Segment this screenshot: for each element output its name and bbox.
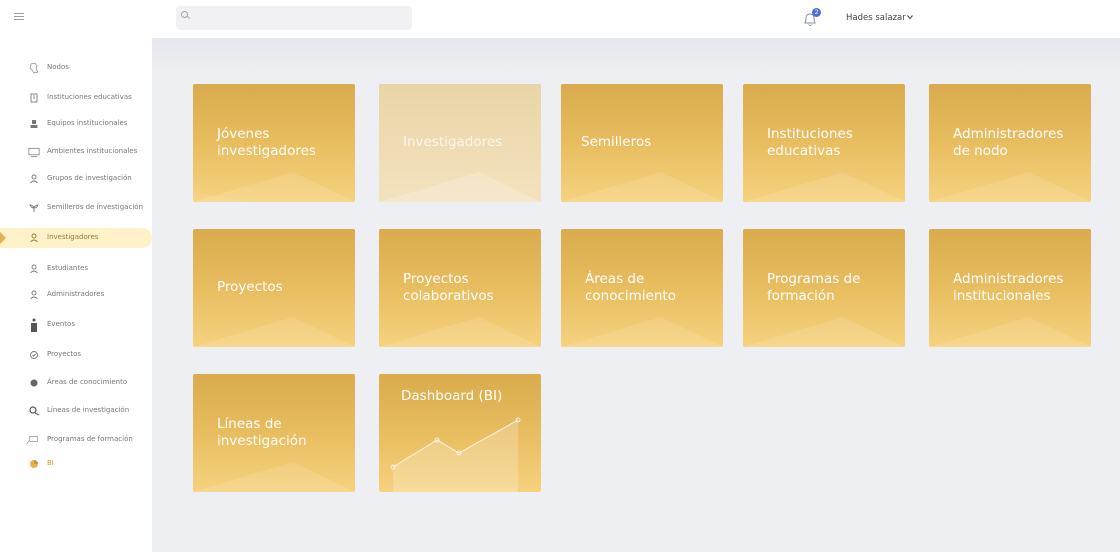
mountain-decoration xyxy=(379,317,541,347)
sidebar-item-grupos-de-investigacion[interactable]: Grupos de investigación xyxy=(0,169,152,189)
card-proyectos-colaborativos[interactable]: Proyectos colaborativos xyxy=(379,229,541,347)
sidebar-item-programas-de-formacion[interactable]: Programas de formación xyxy=(0,430,152,450)
user-icon xyxy=(28,289,40,301)
mountain-decoration xyxy=(743,172,905,202)
sidebar-item-label: Equipos institucionales xyxy=(47,119,128,127)
card-lineas-de-investigacion[interactable]: Líneas de investigación xyxy=(193,374,355,492)
user-menu[interactable]: Hades salazar xyxy=(846,13,906,23)
sidebar-item-equipos-institucionales[interactable]: Equipos institucionales xyxy=(0,114,152,134)
sidebar-item-label: Investigadores xyxy=(47,233,99,241)
dot-icon xyxy=(28,377,40,389)
card-title: Instituciones educativas xyxy=(767,126,853,159)
sidebar-item-bi[interactable]: BI xyxy=(0,454,152,474)
sidebar-item-label: Programas de formación xyxy=(47,435,133,443)
sidebar-item-eventos[interactable]: Eventos xyxy=(0,315,152,335)
sidebar-item-label: Eventos xyxy=(47,320,75,328)
sidebar-item-label: Áreas de conocimiento xyxy=(47,378,128,386)
card-title: Áreas de conocimiento xyxy=(585,271,676,304)
card-jovenes-investigadores[interactable]: Jóvenes investigadores xyxy=(193,84,355,202)
sidebar-item-administradores[interactable]: Administradores xyxy=(0,285,152,305)
card-proyectos[interactable]: Proyectos xyxy=(193,229,355,347)
card-title: Dashboard (BI) xyxy=(401,388,503,404)
sidebar-item-label: Nodos xyxy=(47,63,69,71)
user-icon xyxy=(28,232,40,244)
mountain-decoration xyxy=(929,317,1091,347)
hamburger-menu-icon[interactable] xyxy=(14,11,24,25)
sidebar-item-label: Proyectos xyxy=(47,350,82,358)
mountain-decoration xyxy=(929,172,1091,202)
chevron-down-icon[interactable] xyxy=(907,14,913,20)
sidebar-item-areas-de-conocimiento[interactable]: Áreas de conocimiento xyxy=(0,373,152,393)
card-semilleros[interactable]: Semilleros xyxy=(561,84,723,202)
card-dashboard-bi[interactable]: Dashboard (BI) xyxy=(379,374,541,492)
program-icon xyxy=(26,434,38,446)
sidebar-item-lineas-de-investigacion[interactable]: Líneas de investigación xyxy=(0,401,152,421)
sidebar-item-label: Ambientes institucionales xyxy=(47,147,138,155)
card-administradores-de-nodo[interactable]: Administradores de nodo xyxy=(929,84,1091,202)
sidebar-item-label: Semilleros de investigación xyxy=(47,203,143,211)
sidebar-item-label: BI xyxy=(47,459,54,467)
card-title: Líneas de investigación xyxy=(217,416,307,449)
search-input[interactable] xyxy=(194,8,404,28)
sidebar-item-label: Instituciones educativas xyxy=(47,93,132,101)
card-title: Programas de formación xyxy=(767,271,861,304)
mountain-decoration xyxy=(743,317,905,347)
card-title: Administradores institucionales xyxy=(953,271,1064,304)
sidebar-item-investigadores[interactable]: Investigadores xyxy=(0,228,152,248)
sidebar-item-semilleros-de-investigacion[interactable]: Semilleros de investigación xyxy=(0,198,152,218)
sprout-icon xyxy=(28,202,40,214)
sidebar-item-estudiantes[interactable]: Estudiantes xyxy=(0,259,152,279)
sidebar-item-label: Grupos de investigación xyxy=(47,174,132,182)
mountain-decoration xyxy=(561,317,723,347)
sidebar-item-label: Administradores xyxy=(47,290,105,298)
mountain-decoration xyxy=(193,462,355,492)
sidebar: Nodos Instituciones educativas Equipos i… xyxy=(0,38,152,552)
map-icon xyxy=(28,62,40,74)
card-title: Jóvenes investigadores xyxy=(217,126,316,159)
card-instituciones-educativas[interactable]: Instituciones educativas xyxy=(743,84,905,202)
user-icon xyxy=(28,263,40,275)
notification-badge: 2 xyxy=(812,8,821,17)
classroom-icon xyxy=(28,146,40,158)
card-programas-de-formacion[interactable]: Programas de formación xyxy=(743,229,905,347)
card-title: Investigadores xyxy=(403,134,503,150)
mountain-decoration xyxy=(379,172,541,202)
search-line-icon xyxy=(28,405,40,417)
chart-icon xyxy=(28,458,40,470)
card-title: Semilleros xyxy=(581,134,652,150)
building-icon xyxy=(28,92,40,104)
mountain-decoration xyxy=(193,172,355,202)
check-circle-icon xyxy=(28,349,40,361)
card-title: Proyectos xyxy=(217,279,283,295)
sidebar-item-instituciones-educativas[interactable]: Instituciones educativas xyxy=(0,88,152,108)
card-title: Administradores de nodo xyxy=(953,126,1064,159)
main-shadow xyxy=(152,38,1120,74)
sidebar-item-label: Estudiantes xyxy=(47,264,89,272)
mountain-decoration xyxy=(561,172,723,202)
user-icon xyxy=(28,173,40,185)
card-title: Proyectos colaborativos xyxy=(403,271,494,304)
sidebar-item-nodos[interactable]: Nodos xyxy=(0,58,152,78)
card-areas-de-conocimiento[interactable]: Áreas de conocimiento xyxy=(561,229,723,347)
mountain-decoration xyxy=(193,317,355,347)
sidebar-item-proyectos[interactable]: Proyectos xyxy=(0,345,152,365)
sidebar-item-ambientes-institucionales[interactable]: Ambientes institucionales xyxy=(0,142,152,162)
card-investigadores[interactable]: Investigadores xyxy=(379,84,541,202)
card-administradores-institucionales[interactable]: Administradores institucionales xyxy=(929,229,1091,347)
sidebar-item-label: Líneas de investigación xyxy=(47,406,130,414)
top-bar: 2 Hades salazar xyxy=(0,0,1120,38)
team-icon xyxy=(28,118,40,130)
search-icon xyxy=(181,11,188,18)
event-icon xyxy=(28,318,40,332)
main-content: Jóvenes investigadores Investigadores Se… xyxy=(152,38,1120,552)
